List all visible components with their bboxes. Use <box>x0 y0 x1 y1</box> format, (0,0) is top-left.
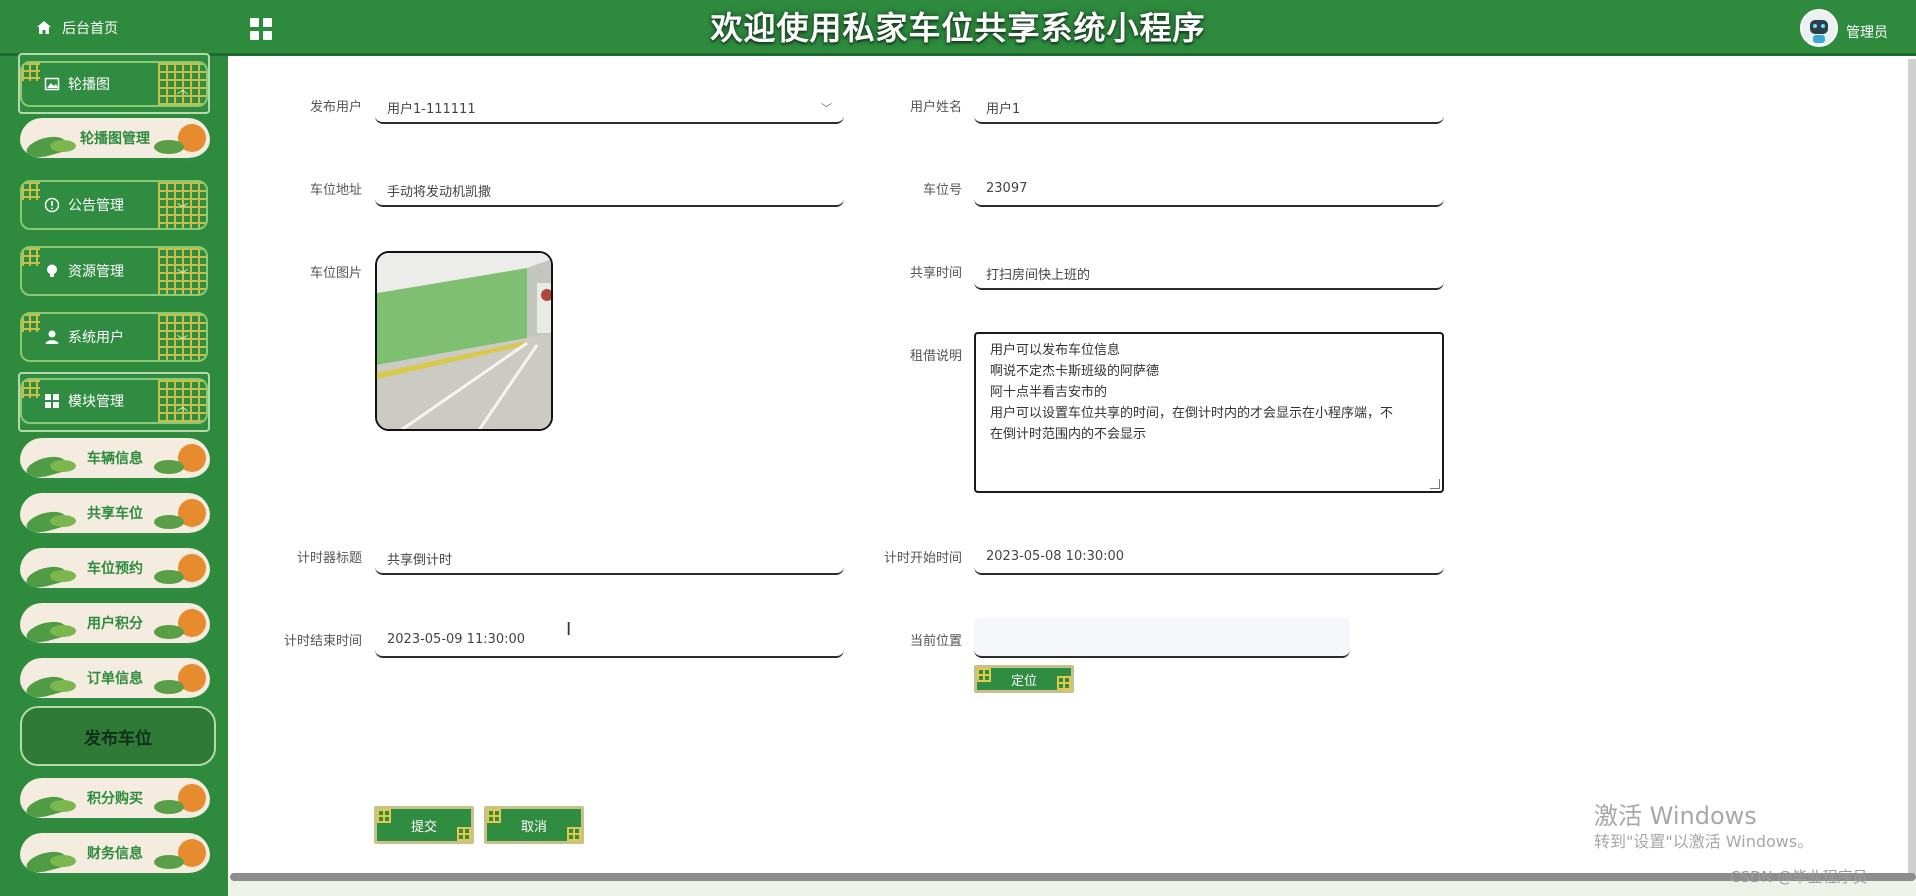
sidebar-item-orders[interactable]: 订单信息 <box>20 658 210 702</box>
sidebar-group-label: 资源管理 <box>68 264 124 280</box>
sidebar-group-label: 模块管理 <box>68 394 124 410</box>
sidebar-group-module[interactable]: 模块管理 ︿ <box>20 378 208 424</box>
user-name-field[interactable]: 用户1 <box>974 88 1444 124</box>
sidebar-item-label: 财务信息 <box>87 846 143 862</box>
sidebar-group-resource[interactable]: 资源管理 ﹀ <box>20 246 208 296</box>
parking-photo[interactable] <box>375 251 553 431</box>
windows-activation-subtitle: 转到"设置"以激活 Windows。 <box>1594 832 1814 851</box>
sidebar-item-reservation[interactable]: 车位预约 <box>20 548 210 592</box>
chevron-down-icon: ﹀ <box>177 202 188 215</box>
rental-desc-line: 用户可以设置车位共享的时间，在倒计时内的才会显示在小程序端，不 <box>990 406 1394 421</box>
timer-end-value: 2023-05-09 11:30:00 <box>387 632 526 647</box>
locate-button-label: 定位 <box>1010 673 1037 689</box>
windows-activation-title: 激活 Windows <box>1594 802 1757 830</box>
rental-desc-line: 用户可以发布车位信息 <box>990 343 1121 358</box>
cancel-button[interactable]: 取消 <box>484 806 584 844</box>
space-no-field[interactable]: 23097 <box>974 171 1444 207</box>
label-timer-end: 计时结束时间 <box>283 634 362 649</box>
sidebar-group-notice[interactable]: 公告管理 ﹀ <box>20 180 208 230</box>
share-time-value: 打扫房间快上班的 <box>986 268 1091 283</box>
label-photo: 车位图片 <box>309 266 362 281</box>
label-location: 当前位置 <box>909 634 962 649</box>
label-publisher-user: 发布用户 <box>309 100 362 115</box>
site-title: 欢迎使用私家车位共享系统小程序 <box>710 9 1206 47</box>
home-link-label: 后台首页 <box>62 21 118 37</box>
timer-title-value: 共享倒计时 <box>387 553 453 568</box>
app-root: 欢迎使用私家车位共享系统小程序 后台首页 管理员 轮播图 ︿ 轮播图管理 公告管… <box>0 0 1916 896</box>
submit-button-label: 提交 <box>410 819 437 835</box>
label-space-no: 车位号 <box>922 183 962 198</box>
cancel-button-label: 取消 <box>520 819 547 835</box>
rental-desc-textarea[interactable]: 用户可以发布车位信息 啊说不定杰卡斯班级的阿萨德 阿十点半看吉安市的 用户可以设… <box>974 332 1444 493</box>
sidebar: 轮播图 ︿ 轮播图管理 公告管理 ﹀ 资源管理 ﹀ 系统用户 ﹀ 模块管理 ︿ … <box>0 53 228 896</box>
user-icon <box>45 330 59 344</box>
sidebar-item-publish-space[interactable]: 发布车位 <box>20 706 216 766</box>
top-bar: 欢迎使用私家车位共享系统小程序 后台首页 管理员 <box>0 0 1916 56</box>
sidebar-item-label: 订单信息 <box>87 671 143 687</box>
rental-desc-line: 在倒计时范围内的不会显示 <box>990 427 1147 442</box>
chevron-down-icon: ﹀ <box>177 334 188 347</box>
share-time-field[interactable]: 打扫房间快上班的 <box>974 254 1444 290</box>
label-user-name: 用户姓名 <box>909 100 962 115</box>
sidebar-item-label: 车辆信息 <box>87 451 143 467</box>
address-value: 手动将发动机凯撒 <box>387 185 492 200</box>
username[interactable]: 管理员 <box>1846 22 1888 42</box>
label-address: 车位地址 <box>309 183 362 198</box>
vertical-scrollbar[interactable] <box>1908 59 1916 874</box>
info-icon <box>44 197 60 213</box>
image-icon <box>44 77 60 91</box>
label-timer-start: 计时开始时间 <box>883 551 962 566</box>
sidebar-group-sysuser[interactable]: 系统用户 ﹀ <box>20 312 208 362</box>
submit-button[interactable]: 提交 <box>374 806 474 844</box>
bulb-icon <box>47 264 57 277</box>
sidebar-group-label: 系统用户 <box>68 330 124 346</box>
home-icon <box>37 21 51 34</box>
address-field[interactable]: 手动将发动机凯撒 <box>375 171 844 207</box>
sidebar-group-label: 轮播图 <box>68 77 110 93</box>
sidebar-item-vehicle-info[interactable]: 车辆信息 <box>20 438 210 482</box>
label-share-time: 共享时间 <box>909 266 962 281</box>
chevron-down-icon: ﹀ <box>177 268 188 281</box>
label-rental-desc: 租借说明 <box>909 349 962 364</box>
sidebar-item-user-points[interactable]: 用户积分 <box>20 603 210 647</box>
location-field[interactable] <box>974 618 1350 658</box>
timer-start-field[interactable]: 2023-05-08 10:30:00 <box>974 539 1444 575</box>
label-timer-title: 计时器标题 <box>296 551 362 566</box>
parking-photo-image <box>377 253 551 429</box>
sidebar-item-label: 轮播图管理 <box>80 131 150 147</box>
horizontal-scrollbar[interactable] <box>230 873 1916 881</box>
sidebar-item-carousel-manage[interactable]: 轮播图管理 <box>20 118 210 162</box>
csdn-watermark: CSDN @毕业程序员 <box>1730 868 1868 886</box>
publisher-user-value: 用户1-111111 <box>387 102 476 117</box>
chevron-up-icon: ︿ <box>177 83 188 96</box>
publisher-user-select[interactable]: 用户1-111111 ﹀ <box>375 88 844 124</box>
sidebar-item-label: 发布车位 <box>84 728 152 749</box>
locate-button[interactable]: 定位 <box>974 665 1074 693</box>
resize-handle-icon[interactable] <box>1430 479 1440 489</box>
bottom-strip <box>228 881 1916 896</box>
chevron-up-icon: ︿ <box>177 400 188 413</box>
sidebar-item-finance[interactable]: 财务信息 <box>20 833 210 877</box>
avatar[interactable] <box>1800 9 1838 47</box>
space-no-value: 23097 <box>986 181 1028 196</box>
sidebar-item-label: 积分购买 <box>87 791 143 807</box>
user-name-value: 用户1 <box>986 102 1021 117</box>
timer-title-field[interactable]: 共享倒计时 <box>375 539 844 575</box>
rental-desc-line: 阿十点半看吉安市的 <box>990 385 1108 400</box>
sidebar-item-label: 车位预约 <box>87 561 143 577</box>
sidebar-item-label: 用户积分 <box>87 616 143 632</box>
grid-icon <box>45 394 59 408</box>
sidebar-group-label: 公告管理 <box>68 198 124 214</box>
sidebar-group-carousel[interactable]: 轮播图 ︿ <box>20 61 208 107</box>
rental-desc-line: 啊说不定杰卡斯班级的阿萨德 <box>990 364 1160 379</box>
timer-start-value: 2023-05-08 10:30:00 <box>986 549 1125 564</box>
text-cursor-icon: I <box>566 619 572 640</box>
sidebar-item-shared-space[interactable]: 共享车位 <box>20 493 210 537</box>
menu-toggle-icon[interactable] <box>250 18 272 40</box>
sidebar-item-label: 共享车位 <box>87 506 143 522</box>
timer-end-field[interactable]: 2023-05-09 11:30:00 <box>375 622 844 658</box>
sidebar-item-points-purchase[interactable]: 积分购买 <box>20 778 210 822</box>
home-link[interactable]: 后台首页 <box>0 0 228 56</box>
